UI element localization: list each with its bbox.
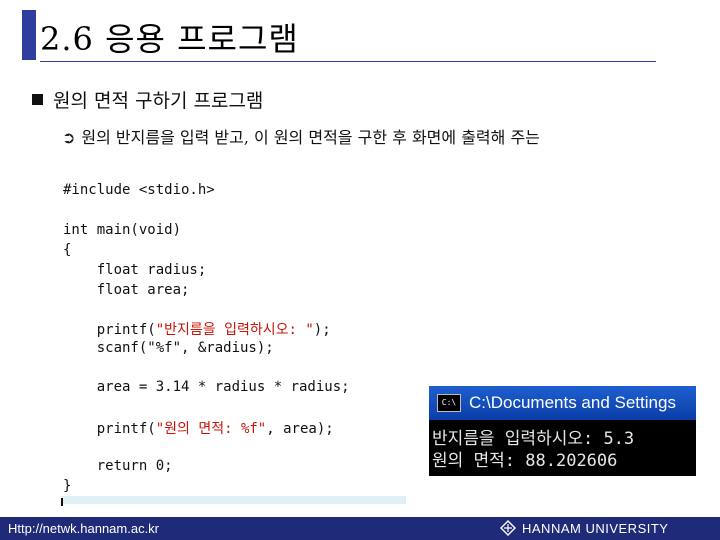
code-line: printf("원의 면적: %f", area); (63, 421, 334, 437)
code-line: printf("반지름을 입력하시오: "); (63, 322, 331, 338)
console-title: C:\Documents and Settings (469, 393, 676, 412)
sub-bullet: ➲ 원의 반지름을 입력 받고, 이 원의 면적을 구한 후 화면에 출력해 주는 (62, 124, 692, 151)
university-name: HANNAM UNIVERSITY (522, 520, 669, 536)
editor-cursor-mark (61, 498, 63, 506)
code-editor-panel: #include <stdio.h> int main(void) { floa… (61, 178, 406, 508)
square-bullet-icon (32, 94, 43, 105)
code-line: area = 3.14 * radius * radius; (63, 379, 350, 395)
code-line: return 0; (63, 458, 173, 474)
title-accent-bar (22, 10, 36, 60)
code-line: scanf("%f", &radius); (63, 340, 274, 356)
footer-university: HANNAM UNIVERSITY (500, 520, 668, 536)
circled-arrow-icon: ➲ (62, 128, 76, 147)
bullet-item: 원의 면적 구하기 프로그램 (32, 86, 263, 113)
code-line: int main(void) (63, 222, 182, 238)
code-line: float area; (63, 282, 190, 298)
title-underline (40, 61, 656, 62)
footer-bar: Http://netwk.hannam.ac.kr HANNAM UNIVERS… (0, 517, 720, 540)
footer-url: Http://netwk.hannam.ac.kr (8, 521, 160, 536)
page-title: 2.6 응용 프로그램 (40, 20, 299, 58)
console-output-line: 원의 면적: 88.202606 (432, 451, 618, 471)
bullet-text: 원의 면적 구하기 프로그램 (53, 90, 264, 112)
cmd-prompt-icon: C:\ (437, 394, 461, 412)
code-line: { (63, 242, 72, 258)
console-window: C:\ C:\Documents and Settings 반지름을 입력하시오… (429, 386, 696, 476)
editor-scroll-strip (61, 496, 406, 504)
code-line: float radius; (63, 262, 207, 278)
code-line: #include <stdio.h> (63, 182, 215, 198)
code-line: } (63, 478, 72, 494)
university-logo-icon (500, 520, 516, 536)
sub-bullet-text: 원의 반지름을 입력 받고, 이 원의 면적을 구한 후 화면에 출력해 주는 (81, 128, 540, 147)
console-titlebar[interactable]: C:\ C:\Documents and Settings (429, 386, 696, 420)
